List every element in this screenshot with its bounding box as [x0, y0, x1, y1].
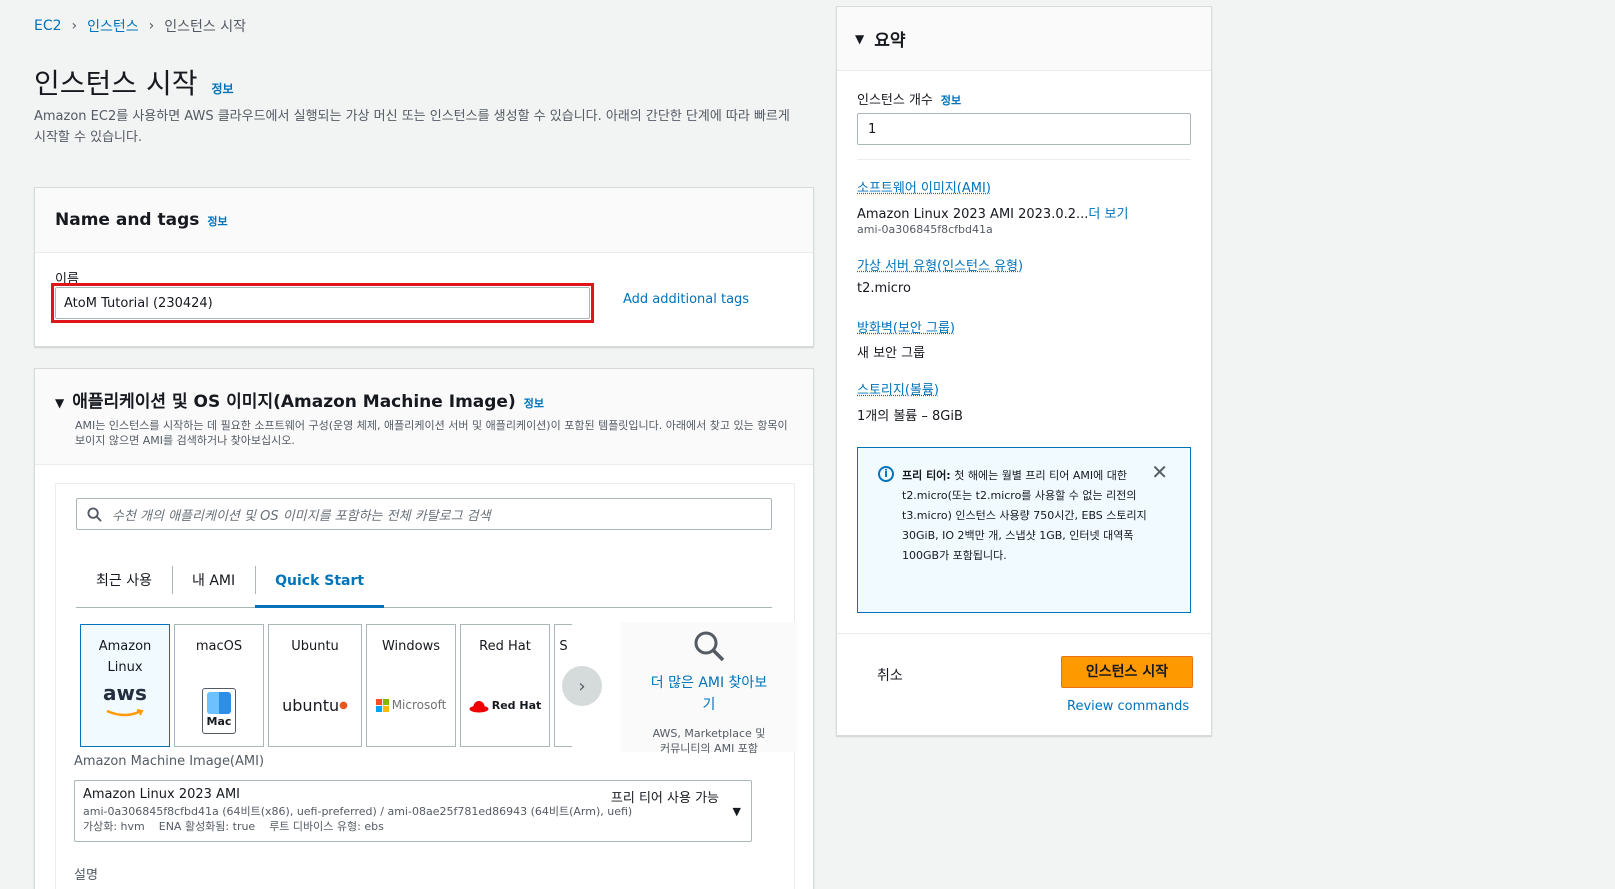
ami-browser: 수천 개의 애플리케이션 및 OS 이미지를 포함하는 전체 카탈로그 검색 최… [55, 483, 797, 889]
os-card-windows[interactable]: Windows Microsoft [366, 624, 456, 747]
ami-select-detail: ami-0a306845f8cfbd41a (64비트(x86), uefi-p… [83, 805, 633, 818]
breadcrumb-current: 인스턴스 시작 [164, 19, 247, 35]
description-label: 설명 [74, 868, 98, 883]
add-additional-tags-link[interactable]: Add additional tags [623, 292, 749, 307]
name-tags-header: Name and tags 정보 [35, 188, 813, 253]
os-card-row: Amazon Linux aws macOS Mac Ubuntu ubuntu… [80, 622, 797, 755]
mac-finder-icon: Mac [175, 688, 263, 734]
divider [857, 159, 1191, 160]
page-title: 인스턴스 시작 정보 [34, 62, 234, 102]
aws-logo-icon: aws [81, 683, 169, 724]
name-tags-title: Name and tags [55, 210, 200, 230]
breadcrumb-instances[interactable]: 인스턴스 [87, 16, 139, 36]
breadcrumb-ec2[interactable]: EC2 [34, 18, 62, 34]
page-description: Amazon EC2를 사용하면 AWS 클라우드에서 실행되는 가상 머신 또… [34, 109, 790, 145]
tab-my-ami[interactable]: 내 AMI [171, 566, 255, 608]
instance-count-label: 인스턴스 개수 정보 [857, 92, 962, 108]
chevron-right-icon: › [148, 18, 155, 34]
free-tier-badge: 프리 티어 사용 가능 [610, 791, 719, 806]
summary-ami-value: Amazon Linux 2023 AMI 2023.0.2...더 보기 [857, 207, 1129, 222]
free-tier-text: 첫 해에는 월별 프리 티어 AMI에 대한 t2.micro(또는 t2.mi… [902, 469, 1147, 562]
os-card-macos[interactable]: macOS Mac [174, 624, 264, 747]
free-tier-alert: i ✕ 프리 티어: 첫 해에는 월별 프리 티어 AMI에 대한 t2.mic… [857, 447, 1191, 613]
ami-search-placeholder: 수천 개의 애플리케이션 및 OS 이미지를 포함하는 전체 카탈로그 검색 [112, 508, 491, 524]
ubuntu-logo-icon: ubuntu ● [282, 696, 348, 715]
review-commands-link[interactable]: Review commands [1067, 699, 1189, 714]
ami-header: ▼ 애플리케이션 및 OS 이미지(Amazon Machine Image) … [35, 369, 813, 465]
summary-type-link[interactable]: 가상 서버 유형(인스턴스 유형) [857, 255, 1023, 274]
name-tags-panel: Name and tags 정보 이름 Add additional tags [34, 187, 814, 347]
cancel-button[interactable]: 취소 [877, 665, 903, 685]
microsoft-logo-icon: Microsoft [367, 695, 455, 716]
browse-more-link[interactable]: 더 많은 AMI 찾아보기 [649, 672, 769, 716]
divider [837, 633, 1211, 634]
os-card-label: Amazon Linux [98, 639, 152, 675]
os-card-amazon-linux[interactable]: Amazon Linux aws [80, 624, 170, 747]
os-card-ubuntu[interactable]: Ubuntu ubuntu ● [268, 624, 362, 747]
chevron-right-icon[interactable]: › [562, 666, 602, 706]
summary-ami-id: ami-0a306845f8cfbd41a [857, 223, 993, 236]
page-info-link[interactable]: 정보 [211, 80, 233, 97]
instance-count-input[interactable] [857, 113, 1191, 145]
caret-down-icon: ▼ [732, 805, 741, 818]
close-icon[interactable]: ✕ [1151, 462, 1168, 482]
browse-more-sub: AWS, Marketplace 및 커뮤니티의 AMI 포함 [652, 727, 766, 755]
launch-instance-button[interactable]: 인스턴스 시작 [1061, 656, 1193, 688]
caret-down-icon[interactable]: ▼ [855, 32, 864, 46]
ami-select-label: Amazon Machine Image(AMI) [74, 754, 265, 769]
summary-firewall-value: 새 보안 그룹 [857, 346, 926, 361]
os-card-label: Red Hat [479, 639, 531, 654]
ami-select[interactable]: Amazon Linux 2023 AMI 프리 티어 사용 가능 ami-0a… [74, 780, 752, 842]
os-card-label: macOS [195, 639, 243, 654]
summary-title: 요약 [874, 31, 906, 51]
tab-recent[interactable]: 최근 사용 [76, 566, 172, 608]
search-icon [694, 631, 725, 662]
summary-storage-link[interactable]: 스토리지(볼륨) [857, 379, 939, 398]
summary-panel: ▼ 요약 인스턴스 개수 정보 소프트웨어 이미지(AMI) Amazon Li… [836, 6, 1212, 736]
summary-type-value: t2.micro [857, 281, 911, 296]
instance-count-info-link[interactable]: 정보 [941, 92, 961, 108]
os-card-redhat[interactable]: Red Hat Red Hat [460, 624, 550, 747]
ami-tabs: 최근 사용 내 AMI Quick Start [76, 566, 772, 608]
browse-more-ami[interactable]: 더 많은 AMI 찾아보기 AWS, Marketplace 및 커뮤니티의 A… [621, 622, 797, 755]
breadcrumb: EC2 › 인스턴스 › 인스턴스 시작 [34, 16, 246, 36]
chevron-right-icon: › [71, 18, 78, 34]
free-tier-heading: 프리 티어: [902, 469, 951, 482]
summary-ami-link[interactable]: 소프트웨어 이미지(AMI) [857, 177, 991, 196]
summary-header[interactable]: ▼ 요약 [837, 7, 1211, 71]
page-title-text: 인스턴스 시작 [34, 67, 198, 100]
name-input[interactable] [55, 287, 590, 319]
ami-description: AMI는 인스턴스를 시작하는 데 필요한 소프트웨어 구성(운영 체제, 애플… [75, 419, 788, 447]
ami-panel: ▼ 애플리케이션 및 OS 이미지(Amazon Machine Image) … [34, 368, 814, 889]
ami-search-input[interactable]: 수천 개의 애플리케이션 및 OS 이미지를 포함하는 전체 카탈로그 검색 [76, 498, 772, 530]
redhat-logo-icon: Red Hat [461, 695, 549, 716]
summary-firewall-link[interactable]: 방화벽(보안 그룹) [857, 317, 955, 336]
tab-quick-start[interactable]: Quick Start [255, 566, 385, 608]
os-card-label: Ubuntu [291, 639, 339, 654]
summary-storage-value: 1개의 볼륨 – 8GiB [857, 409, 963, 424]
name-tags-info-link[interactable]: 정보 [207, 213, 227, 229]
summary-ami-more-link[interactable]: 더 보기 [1088, 207, 1128, 222]
caret-down-icon[interactable]: ▼ [55, 396, 64, 410]
ami-info-link[interactable]: 정보 [524, 395, 544, 411]
ami-title[interactable]: ▼ 애플리케이션 및 OS 이미지(Amazon Machine Image) … [55, 387, 793, 412]
os-card-label: S [559, 639, 568, 654]
info-icon: i [878, 466, 894, 482]
ami-select-detail-2: 가상화: hvm ENA 활성화됨: true 루트 디바이스 유형: ebs [83, 820, 384, 833]
os-card-label: Windows [381, 639, 441, 654]
search-icon [87, 506, 102, 522]
ami-title-text: 애플리케이션 및 OS 이미지(Amazon Machine Image) [72, 392, 516, 412]
